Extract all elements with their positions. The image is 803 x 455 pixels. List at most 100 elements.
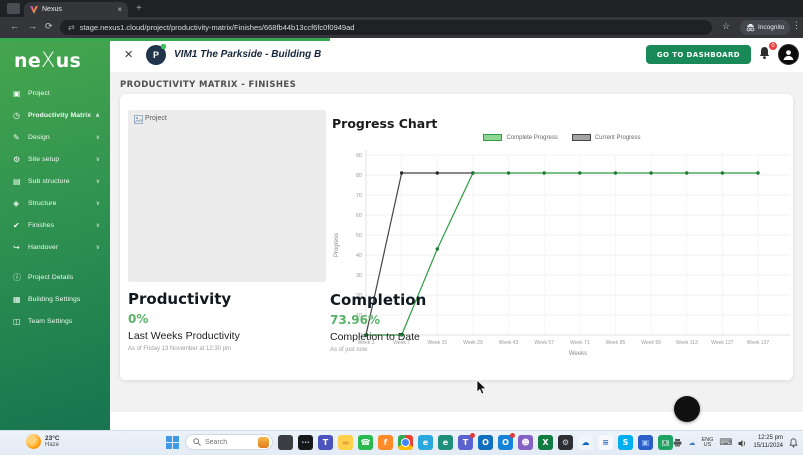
x-tick-label: Week 99 bbox=[641, 340, 661, 346]
weather-icon bbox=[26, 434, 41, 449]
project-status-dot bbox=[161, 44, 166, 49]
layers-icon: ▤ bbox=[13, 177, 28, 186]
user-avatar[interactable] bbox=[778, 44, 799, 65]
start-button[interactable] bbox=[165, 435, 180, 450]
taskbar-app-outlook-new[interactable]: O bbox=[498, 435, 513, 450]
data-point bbox=[436, 171, 439, 174]
system-tray: ∧ ☁ ENGUS ⌨ 12:25 pm 15/11/2024 bbox=[662, 433, 798, 453]
taskbar-search[interactable] bbox=[185, 434, 273, 450]
legend-item-current-progress[interactable]: Current Progress bbox=[572, 134, 641, 141]
x-tick-label: Week 85 bbox=[606, 340, 626, 346]
broken-image-icon bbox=[134, 115, 143, 124]
taskbar-app-settings-dark[interactable]: ⚙ bbox=[558, 435, 573, 450]
content-area: PRODUCTIVITY MATRIX - FINISHES Project P… bbox=[110, 72, 803, 430]
sidebar-item-sub-structure[interactable]: ▤ Sub structure ∨ bbox=[0, 170, 110, 192]
tab-title: Nexus bbox=[42, 6, 113, 13]
x-tick-label: Week 127 bbox=[711, 340, 734, 346]
data-point bbox=[400, 171, 403, 174]
y-tick-label: 90 bbox=[356, 153, 362, 159]
window-control[interactable] bbox=[7, 3, 20, 14]
taskbar-app-onedrive[interactable]: ☁ bbox=[578, 435, 593, 450]
taskbar-app-edge[interactable]: e bbox=[418, 435, 433, 450]
series-line-complete-progress bbox=[366, 173, 758, 335]
legend-item-complete-progress[interactable]: Complete Progress bbox=[483, 134, 557, 141]
reload-icon[interactable]: ⟳ bbox=[45, 21, 53, 32]
progress-chart: 0102030405060708090Week 3Week 7Week 15We… bbox=[330, 144, 794, 362]
forward-icon[interactable]: → bbox=[28, 21, 37, 31]
taskbar-app-widgets-dark[interactable]: ⋯ bbox=[298, 435, 313, 450]
taskbar-app-file-explorer[interactable]: ▬ bbox=[338, 435, 353, 450]
incognito-icon bbox=[746, 24, 755, 32]
briefcase-icon: ▣ bbox=[13, 89, 28, 98]
sidebar-item-design[interactable]: ✎ Design ∨ bbox=[0, 126, 110, 148]
productivity-title: Productivity bbox=[128, 290, 328, 308]
sidebar-item-finishes[interactable]: ✔ Finishes ∨ bbox=[0, 214, 110, 236]
language-switcher[interactable]: ENGUS bbox=[701, 438, 713, 449]
sidebar-item-structure[interactable]: ◈ Structure ∨ bbox=[0, 192, 110, 214]
taskbar-app-firefox[interactable]: f bbox=[378, 435, 393, 450]
speaker-icon[interactable] bbox=[738, 439, 747, 448]
taskbar-clock[interactable]: 12:25 pm 15/11/2024 bbox=[753, 435, 783, 451]
data-point bbox=[471, 171, 474, 174]
onedrive-cloud-icon[interactable]: ☁ bbox=[688, 439, 695, 447]
search-highlight-icon[interactable] bbox=[258, 437, 269, 448]
sidebar-item-handover[interactable]: ↪ Handover ∨ bbox=[0, 236, 110, 258]
weather-temp: 23°C bbox=[45, 435, 60, 442]
legend-label: Current Progress bbox=[595, 135, 641, 141]
chat-widget-button[interactable] bbox=[674, 396, 700, 422]
tab-close-icon[interactable]: × bbox=[117, 5, 122, 14]
search-icon bbox=[193, 438, 201, 446]
clock-time: 12:25 pm bbox=[758, 435, 783, 443]
sidebar-item-project[interactable]: ▣ Project bbox=[0, 82, 110, 104]
project-image-placeholder: Project bbox=[128, 110, 326, 282]
sidebar-item-project-details[interactable]: ⓘ Project Details bbox=[0, 266, 110, 288]
taskbar-app-chrome[interactable] bbox=[398, 435, 413, 450]
tray-chevron-icon[interactable]: ∧ bbox=[662, 439, 667, 447]
keyboard-icon[interactable]: ⌨ bbox=[719, 438, 732, 448]
info-icon: ⓘ bbox=[13, 272, 28, 283]
browser-menu-icon[interactable]: ⋮ bbox=[792, 20, 801, 31]
sidebar-item-team-settings[interactable]: ◫ Team Settings bbox=[0, 310, 110, 332]
y-tick-label: 10 bbox=[356, 313, 362, 319]
taskbar-app-edge-dev[interactable]: e bbox=[438, 435, 453, 450]
site-info-icon[interactable]: ⇄ bbox=[68, 23, 75, 32]
image-alt-text: Project bbox=[145, 115, 167, 122]
sidebar-item-productivity-matrix[interactable]: ◷ Productivity Matrix ∧ bbox=[0, 104, 110, 126]
taskbar-app-excel[interactable]: X bbox=[538, 435, 553, 450]
app-header: ✕ P VIM1 The Parkside - Building B GO TO… bbox=[110, 38, 803, 72]
printer-icon[interactable] bbox=[673, 439, 682, 447]
taskbar-app-teams[interactable]: T bbox=[318, 435, 333, 450]
bookmark-star-icon[interactable]: ☆ bbox=[722, 21, 730, 32]
handover-icon: ↪ bbox=[13, 243, 28, 252]
x-tick-label: Week 3 bbox=[358, 340, 375, 346]
taskbar-app-photos[interactable]: ▣ bbox=[638, 435, 653, 450]
url-bar[interactable]: ⇄ stage.nexus1.cloud/project/productivit… bbox=[60, 20, 712, 35]
close-icon[interactable]: ✕ bbox=[124, 48, 133, 61]
weather-condition: Haze bbox=[45, 442, 60, 448]
x-tick-label: Week 71 bbox=[570, 340, 590, 346]
browser-tab[interactable]: Nexus × bbox=[24, 2, 128, 17]
data-point bbox=[685, 171, 688, 174]
chevron-icon: ∧ bbox=[95, 112, 100, 119]
back-icon[interactable]: ← bbox=[10, 21, 19, 31]
cube-icon: ◈ bbox=[13, 199, 28, 208]
taskbar-app-whatsapp[interactable]: ☎ bbox=[358, 435, 373, 450]
taskbar-app-snipping-tool[interactable] bbox=[278, 435, 293, 450]
taskbar-app-teams-work[interactable]: T bbox=[458, 435, 473, 450]
notification-bell-icon[interactable] bbox=[789, 438, 798, 448]
taskbar-app-office-hub[interactable]: ☻ bbox=[518, 435, 533, 450]
x-tick-label: Week 7 bbox=[393, 340, 410, 346]
new-tab-button[interactable]: + bbox=[136, 3, 142, 14]
notifications-button[interactable]: 0 bbox=[758, 46, 774, 62]
taskbar-app-notepad[interactable]: ≡ bbox=[598, 435, 613, 450]
taskbar-app-outlook[interactable]: O bbox=[478, 435, 493, 450]
search-input[interactable] bbox=[205, 439, 251, 446]
x-tick-label: Week 57 bbox=[534, 340, 554, 346]
go-to-dashboard-button[interactable]: GO TO DASHBOARD bbox=[646, 45, 751, 64]
sidebar-item-site-setup[interactable]: ⚙ Site setup ∨ bbox=[0, 148, 110, 170]
taskbar-weather[interactable]: 23°C Haze bbox=[26, 434, 60, 449]
taskbar-center: ⋯T▬☎feeTOO☻X⚙☁≡S▣▤ bbox=[165, 434, 673, 450]
sidebar-item-building-settings[interactable]: ▦ Building Settings bbox=[0, 288, 110, 310]
taskbar-app-skype[interactable]: S bbox=[618, 435, 633, 450]
productivity-value: 0% bbox=[128, 312, 328, 326]
